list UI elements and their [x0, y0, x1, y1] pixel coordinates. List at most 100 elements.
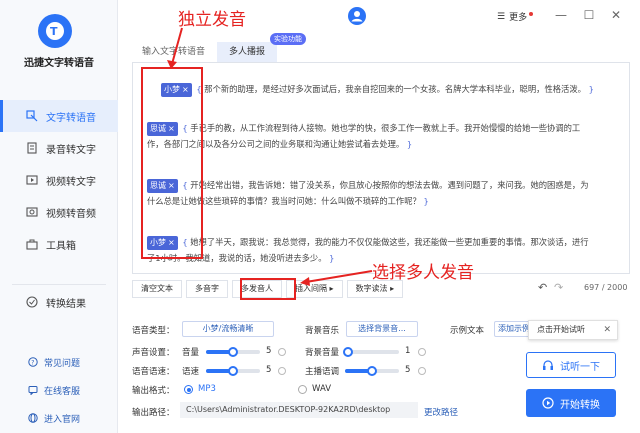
- results-icon: [26, 296, 38, 308]
- sidebar-item-label: 转换结果: [46, 298, 86, 310]
- beta-badge: 实验功能: [270, 33, 306, 45]
- voice-type-label: 语音类型：: [132, 326, 175, 336]
- video-audio-icon: [26, 206, 38, 218]
- sidebar-item-record-to-text[interactable]: 录音转文字: [0, 132, 118, 164]
- change-path-link[interactable]: 更改路径: [424, 406, 458, 418]
- footer-faq[interactable]: ? 常见问题: [0, 348, 118, 376]
- pitch-slider[interactable]: [345, 366, 399, 376]
- sidebar-item-label: 录音转文字: [46, 144, 96, 156]
- start-convert-button[interactable]: 开始转换: [526, 389, 616, 417]
- sidebar-item-label: 文字转语音: [46, 112, 96, 124]
- user-avatar-icon[interactable]: [348, 7, 366, 25]
- paragraph-text: 手已手的教，从工作流程到待人接物。她也学的快，很多工作一教就上手。我开始慢慢的给…: [190, 123, 581, 133]
- bg-volume-value: 1: [405, 346, 411, 356]
- footer-website-label: 进入官网: [44, 414, 81, 425]
- speed-slider[interactable]: [206, 366, 260, 376]
- sidebar-item-results[interactable]: 转换结果: [0, 286, 118, 318]
- maximize-button[interactable]: ☐: [583, 9, 595, 21]
- paragraph: 小梦 × { 她想了半天，跟我说：我总觉得，我的能力不仅仅能做这些，我还能做一些更…: [147, 234, 589, 266]
- format-mp3-radio[interactable]: [184, 385, 193, 394]
- volume-slider-knob[interactable]: [228, 347, 238, 357]
- paragraph-text: 开始经常出错，我告诉她：错了没关系，你且放心按照你的想法去做。遇到问题了，来问我…: [190, 180, 589, 190]
- mode-tabs: 输入文字转语音 多人播报: [130, 42, 278, 62]
- tooltip-text: 点击开始试听: [537, 325, 585, 334]
- bg-music-label: 背景音乐: [305, 326, 340, 336]
- speed-sub-label: 语速: [182, 367, 200, 377]
- paragraph: 思诚 × { 手已手的教，从工作流程到待人接物。她也学的快，很多工作一教就上手。我…: [147, 120, 580, 152]
- sidebar-item-label: 视频转文字: [46, 176, 96, 188]
- redo-icon[interactable]: ↷: [554, 281, 563, 294]
- notification-dot: [529, 11, 534, 16]
- headphones-icon: [542, 359, 554, 371]
- pitch-value: 5: [405, 365, 411, 375]
- paragraph: 小梦 × { 那个新的助理，是经过好多次面试后，我亲自挖回来的一个女孩。名牌大学本…: [161, 81, 594, 97]
- minimize-button[interactable]: —: [555, 9, 567, 21]
- listen-tooltip: 点击开始试听 ✕: [528, 320, 618, 340]
- app-name: 迅捷文字转语音: [24, 58, 94, 69]
- output-path-field[interactable]: C:\Users\Administrator.DESKTOP-92KA2RD\d…: [180, 402, 418, 418]
- bracket-close: }: [588, 84, 594, 94]
- pitch-label: 主播语调: [305, 367, 340, 377]
- polyphone-button[interactable]: 多音字: [186, 280, 228, 298]
- text-editor[interactable]: 小梦 × { 那个新的助理，是经过好多次面试后，我亲自挖回来的一个女孩。名牌大学本…: [132, 62, 630, 274]
- voice-type-select[interactable]: 小梦/流畅清晰: [182, 321, 274, 337]
- paragraph-text: 那个新的助理，是经过好多次面试后，我亲自挖回来的一个女孩。名牌大学本科毕业，聪明…: [204, 84, 586, 94]
- volume-value: 5: [266, 346, 272, 356]
- speed-label: 语音语速：: [132, 367, 175, 377]
- sidebar-item-video-to-audio[interactable]: 视频转音频: [0, 196, 118, 228]
- volume-slider[interactable]: [206, 347, 260, 357]
- speed-reset-icon[interactable]: [278, 367, 286, 375]
- sidebar-nav: 文字转语音 录音转文字 视频转文字 视频转音频 工具箱: [0, 100, 118, 260]
- sidebar-item-toolbox[interactable]: 工具箱: [0, 228, 118, 260]
- video-text-icon: [26, 174, 38, 186]
- tab-multi-speaker[interactable]: 多人播报: [217, 42, 278, 62]
- listen-button[interactable]: 试听一下: [526, 352, 616, 378]
- chat-icon: [28, 385, 38, 395]
- sidebar-item-text-to-speech[interactable]: 文字转语音: [0, 100, 118, 132]
- paragraph-text: 她想了半天，跟我说：我总觉得，我的能力不仅仅能做这些，我还能做一些更加重要的事情…: [190, 237, 589, 247]
- footer-service[interactable]: 在线客服: [0, 376, 118, 404]
- sidebar-item-video-to-text[interactable]: 视频转文字: [0, 164, 118, 196]
- annotation-label-bottom: 选择多人发音: [372, 263, 474, 283]
- annotation-arrow-bottom: [300, 270, 373, 286]
- sidebar-item-label: 视频转音频: [46, 208, 96, 220]
- annotation-arrow-top: [167, 27, 183, 69]
- bg-volume-label: 背景音量: [305, 348, 340, 358]
- speed-value: 5: [266, 365, 272, 375]
- footer-website[interactable]: 进入官网: [0, 404, 118, 432]
- bg-volume-slider[interactable]: [342, 347, 399, 357]
- clear-text-button[interactable]: 清空文本: [132, 280, 182, 298]
- toolbox-icon: [26, 238, 38, 250]
- volume-reset-icon[interactable]: [278, 348, 286, 356]
- speed-slider-knob[interactable]: [228, 366, 238, 376]
- format-label: 输出格式：: [132, 386, 175, 396]
- undo-icon[interactable]: ↶: [538, 281, 547, 294]
- tooltip-close-icon[interactable]: ✕: [603, 321, 611, 339]
- logo-letter: T: [50, 25, 58, 38]
- play-circle-icon: [542, 397, 554, 409]
- text-to-speech-icon: [26, 110, 38, 122]
- sidebar: T 迅捷文字转语音 文字转语音 录音转文字 视频转文字 视频转音频 工具箱 转换…: [0, 0, 118, 433]
- format-wav-radio[interactable]: [298, 385, 307, 394]
- bg-music-select[interactable]: 选择背景音...: [346, 321, 418, 337]
- bg-volume-slider-knob[interactable]: [342, 347, 353, 357]
- footer-service-label: 在线客服: [44, 386, 81, 397]
- listen-label: 试听一下: [560, 361, 600, 373]
- pitch-slider-knob[interactable]: [367, 366, 377, 376]
- more-menu[interactable]: ☰ 更多: [497, 10, 534, 23]
- sidebar-footer: ? 常见问题 在线客服 进入官网: [0, 348, 118, 432]
- bracket-close: }: [423, 196, 429, 206]
- format-wav-label: WAV: [312, 384, 332, 394]
- paragraph: 思诚 × { 开始经常出错，我告诉她：错了没关系，你且放心按照你的想法去做。遇到问…: [147, 177, 589, 209]
- more-label: 更多: [509, 13, 528, 23]
- sound-settings-label: 声音设置：: [132, 348, 175, 358]
- close-button[interactable]: ✕: [610, 9, 622, 21]
- bg-volume-reset-icon[interactable]: [418, 348, 426, 356]
- bracket-close: }: [406, 139, 413, 149]
- format-mp3-label: MP3: [198, 384, 216, 394]
- char-counter: 697 / 2000: [584, 283, 628, 292]
- pitch-reset-icon[interactable]: [418, 367, 426, 375]
- annotation-label-top: 独立发音: [178, 10, 246, 30]
- start-label: 开始转换: [560, 399, 600, 411]
- menu-icon: ☰: [497, 11, 506, 22]
